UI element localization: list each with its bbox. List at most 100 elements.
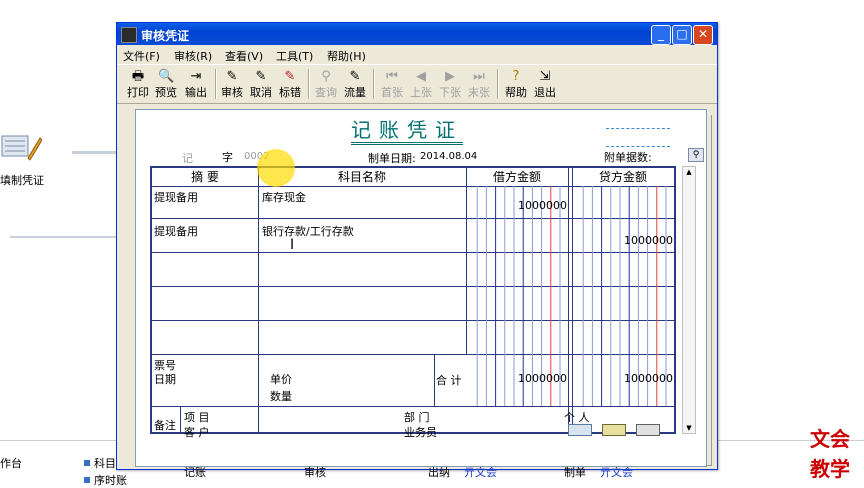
salesman-label: 业务员: [404, 426, 437, 439]
list-item[interactable]: 科目: [84, 455, 116, 471]
toolbar-separator: [373, 69, 375, 99]
maker-label: 制单: [564, 466, 586, 479]
next-button[interactable]: ▶ 下张: [437, 68, 463, 100]
exit-icon: ⇲: [539, 69, 551, 84]
ticket-date-label: 日期: [154, 373, 176, 386]
attachment-search-icon[interactable]: ⚲: [688, 148, 704, 162]
card-icon[interactable]: [568, 424, 592, 436]
export-icon: ⇥: [190, 69, 202, 84]
flow-icon: ✎: [349, 69, 361, 84]
first-button[interactable]: ⏮ 首张: [379, 68, 405, 100]
menu-audit[interactable]: 审核(R): [174, 48, 212, 64]
mouse-highlight: [257, 149, 295, 187]
row-1-debit[interactable]: 1000000: [466, 199, 567, 212]
menu-bar: 文件(F) 审核(R) 查看(V) 工具(T) 帮助(H): [117, 46, 717, 64]
auditor-label: 审核: [304, 466, 326, 479]
card-icon[interactable]: [636, 424, 660, 436]
row-2-account[interactable]: 银行存款/工行存款: [262, 223, 354, 239]
remark-label: 备注: [154, 419, 176, 432]
entry-grid: 摘 要 科目名称 借方金额 贷方金额 提现备用 库存现金 1000000 提现备…: [150, 166, 676, 439]
scroll-down-icon[interactable]: ▼: [683, 423, 695, 433]
cancel-icon: ✎: [255, 69, 267, 84]
window-title: 审核凭证: [141, 29, 190, 43]
menu-file[interactable]: 文件(F): [123, 48, 160, 64]
menu-view[interactable]: 查看(V): [225, 48, 263, 64]
last-icon: ⏭: [473, 69, 485, 84]
mark-error-icon: ✎: [284, 69, 296, 84]
toolbar: 🖶 打印 🔍 预览 ⇥ 输出 ✎ 审核 ✎ 取消 ✎ 标错 ⚲ 查询 ✎ 流量 ⏮ 首张 ◀ 上张 …: [117, 64, 717, 104]
menu-help[interactable]: 帮助(H): [327, 48, 366, 64]
row-1-account[interactable]: 库存现金: [262, 189, 306, 205]
maximize-button[interactable]: □: [672, 25, 692, 45]
flow-button[interactable]: ✎ 流量: [342, 68, 368, 100]
menu-tools[interactable]: 工具(T): [276, 48, 313, 64]
vertical-scrollbar[interactable]: ▲ ▼: [682, 166, 696, 434]
first-icon: ⏮: [386, 69, 398, 84]
text-cursor-icon: I: [290, 237, 295, 253]
audit-button[interactable]: ✎ 审核: [219, 68, 245, 100]
voucher-date[interactable]: 2014.08.04: [420, 151, 477, 162]
printer-icon: 🖶: [131, 69, 145, 84]
brand-logo: 文会 教学: [810, 427, 850, 481]
audit-voucher-window: 审核凭证 _ □ ✕ 文件(F) 审核(R) 查看(V) 工具(T) 帮助(H)…: [116, 22, 718, 479]
total-label: 合 计: [436, 374, 462, 387]
grid-line: [180, 406, 181, 432]
voucher-type[interactable]: 记: [182, 150, 193, 166]
query-icon: ⚲: [321, 69, 331, 84]
row-2-credit[interactable]: 1000000: [572, 234, 673, 247]
last-button[interactable]: ⏭ 末张: [466, 68, 492, 100]
flow-line: [10, 236, 120, 238]
department-label: 部 门: [404, 411, 430, 424]
export-button[interactable]: ⇥ 输出: [183, 68, 209, 100]
close-button[interactable]: ✕: [693, 25, 713, 45]
attachment-label: 附单据数:: [604, 151, 652, 164]
preview-button[interactable]: 🔍 预览: [153, 68, 179, 100]
debit-header: 借方金额: [492, 170, 541, 184]
divider: [606, 128, 670, 129]
fill-voucher-label[interactable]: 填制凭证: [0, 172, 44, 188]
person-label: 个 人: [564, 411, 590, 424]
total-debit: 1000000: [518, 372, 567, 385]
project-label: 项 目: [184, 411, 210, 424]
fill-voucher-icon[interactable]: [0, 128, 43, 166]
total-credit: 1000000: [624, 372, 673, 385]
scroll-up-icon[interactable]: ▲: [683, 167, 695, 177]
workbench-label: 作台: [0, 457, 22, 470]
exit-button[interactable]: ⇲ 退出: [532, 68, 558, 100]
title-bar[interactable]: 审核凭证 _ □ ✕: [117, 23, 717, 45]
divider: [606, 146, 670, 147]
card-icon[interactable]: [602, 424, 626, 436]
app-icon: [121, 27, 137, 43]
help-icon: ?: [512, 69, 520, 84]
summary-header: 摘 要: [191, 170, 219, 184]
mark-error-button[interactable]: ✎ 标错: [277, 68, 303, 100]
list-bullet-icon: [84, 477, 90, 483]
grid-line: [152, 406, 674, 407]
voucher-panel: 记账凭证 记 字 0002 制单日期: 2014.08.04 附单据数: ⚲ 摘…: [135, 109, 707, 479]
preview-icon: 🔍: [158, 69, 175, 84]
row-1-summary[interactable]: 提现备用: [154, 189, 198, 205]
flow-arrow: [72, 151, 118, 154]
toolbar-separator: [497, 69, 499, 99]
quantity-label: 数量: [270, 390, 292, 403]
row-2-summary[interactable]: 提现备用: [154, 223, 198, 239]
date-label: 制单日期:: [368, 152, 416, 165]
cashier-name: 亓文会: [464, 466, 497, 479]
print-button[interactable]: 🖶 打印: [125, 68, 151, 100]
audit-icon: ✎: [226, 69, 238, 84]
help-button[interactable]: ? 帮助: [503, 68, 529, 100]
query-button[interactable]: ⚲ 查询: [313, 68, 339, 100]
cancel-button[interactable]: ✎ 取消: [248, 68, 274, 100]
prev-button[interactable]: ◀ 上张: [408, 68, 434, 100]
cashier-label: 出纳: [428, 466, 450, 479]
voucher-title: 记账凭证: [351, 118, 463, 145]
credit-header: 贷方金额: [598, 170, 647, 184]
list-bullet-icon: [84, 460, 90, 466]
minimize-button[interactable]: _: [651, 25, 671, 45]
zi-label: 字: [222, 151, 233, 164]
unit-price-label: 单价: [270, 373, 292, 386]
toolbar-separator: [215, 69, 217, 99]
next-icon: ▶: [445, 69, 455, 84]
customer-label: 客 户: [184, 426, 210, 439]
toolbar-separator: [308, 69, 310, 99]
